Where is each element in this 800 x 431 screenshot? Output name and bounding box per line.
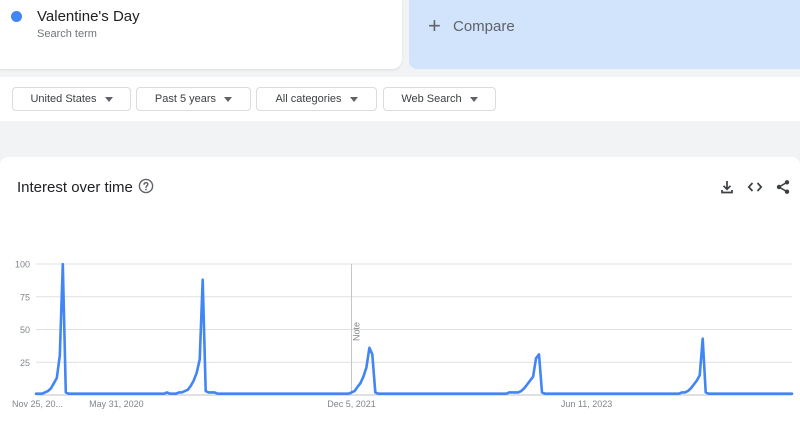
caret-down-icon — [469, 96, 478, 102]
filter-time-range-label: Past 5 years — [154, 93, 217, 105]
search-term-card[interactable]: Valentine's Day Search term — [0, 0, 402, 69]
y-tick-label: 75 — [20, 292, 30, 302]
search-term-name[interactable]: Valentine's Day — [37, 8, 140, 25]
search-term-subtitle: Search term — [37, 28, 97, 40]
filter-category-label: All categories — [275, 93, 342, 105]
caret-down-icon — [104, 96, 113, 102]
caret-down-icon — [349, 96, 358, 102]
filter-region[interactable]: United States — [12, 87, 131, 111]
x-tick-label: Dec 5, 2021 — [327, 399, 376, 409]
filter-category[interactable]: All categories — [256, 87, 377, 111]
y-tick-label: 25 — [20, 358, 30, 368]
series-color-dot — [11, 11, 22, 22]
filter-search-type[interactable]: Web Search — [383, 87, 496, 111]
compare-button[interactable]: + Compare — [409, 0, 800, 69]
filter-time-range[interactable]: Past 5 years — [136, 87, 251, 111]
x-tick-label: May 31, 2020 — [89, 399, 144, 409]
caret-down-icon — [224, 96, 233, 102]
y-tick-label: 50 — [20, 325, 30, 335]
filter-bar: United States Past 5 years All categorie… — [0, 77, 800, 121]
interest-over-time-card: Interest over time 100 75 50 25 Note Nov 25, … — [0, 157, 800, 431]
interest-line-chart: 100 75 50 25 Note Nov 25, 20... May 31, 2020 De… — [12, 260, 794, 409]
filter-region-label: United States — [30, 93, 97, 105]
note-marker-label: Note — [351, 322, 361, 341]
y-tick-label: 100 — [15, 260, 30, 270]
plus-icon: + — [428, 13, 441, 38]
interest-series-line — [34, 262, 794, 395]
filter-search-type-label: Web Search — [401, 93, 462, 105]
x-tick-label: Jun 11, 2023 — [561, 399, 612, 409]
compare-label: Compare — [453, 18, 515, 35]
x-tick-label: Nov 25, 20... — [12, 399, 63, 409]
